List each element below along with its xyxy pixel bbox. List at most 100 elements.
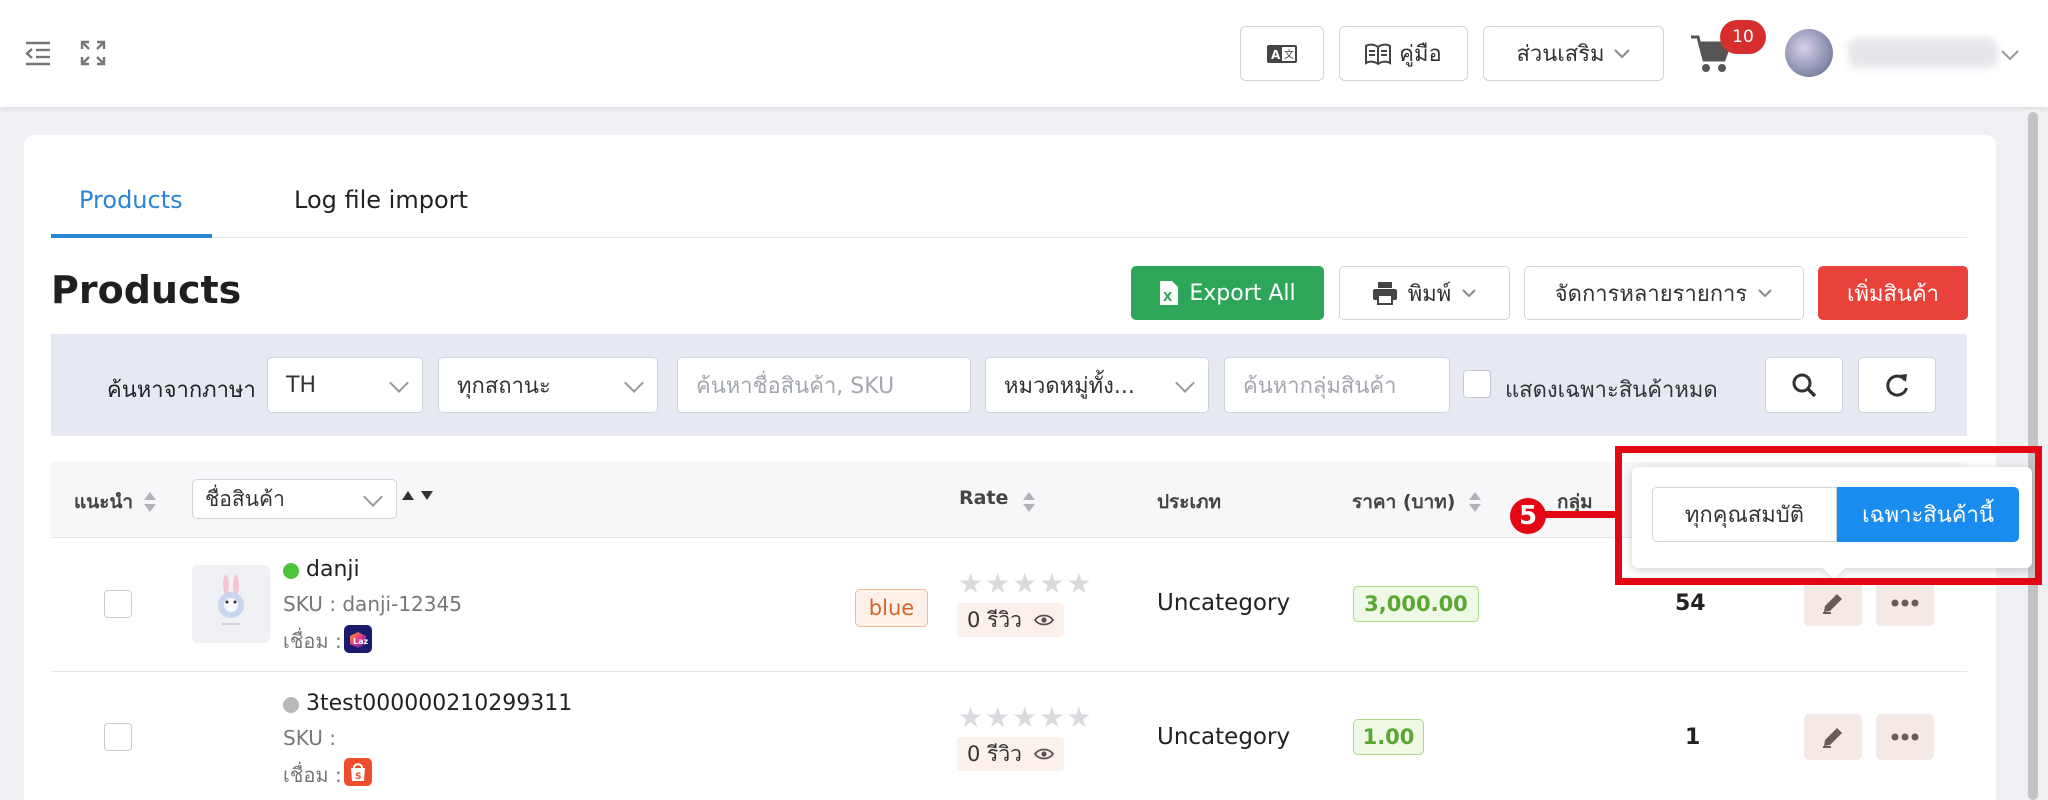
svg-text:X: X — [1163, 290, 1173, 304]
sort-recommend-icon[interactable] — [143, 490, 157, 514]
search-language-label: ค้นหาจากภาษา — [107, 378, 256, 403]
printer-icon — [1372, 282, 1397, 305]
row-select-checkbox[interactable] — [104, 723, 132, 751]
tab-log-file-import[interactable]: Log file import — [294, 186, 468, 214]
product-name[interactable]: danji — [306, 557, 360, 582]
language-value: TH — [286, 372, 316, 398]
lazada-icon[interactable]: Laz — [344, 625, 372, 653]
avatar[interactable] — [1785, 29, 1833, 77]
product-thumbnail[interactable] — [192, 565, 270, 643]
book-icon — [1365, 43, 1392, 65]
name-sku-placeholder: ค้นหาชื่อสินค้า, SKU — [696, 373, 895, 399]
rating-stars: ★★★★★ — [958, 701, 1094, 734]
product-group-search-input[interactable]: ค้นหากลุ่มสินค้า — [1224, 357, 1450, 413]
more-options-button[interactable] — [1876, 714, 1934, 760]
category-select[interactable]: หมวดหมู่ทั้ง... — [985, 357, 1209, 413]
status-dot — [283, 697, 299, 713]
svg-text:S: S — [355, 772, 361, 782]
chevron-down-icon — [624, 373, 644, 393]
product-count: 54 — [1675, 591, 1706, 616]
collapse-menu-icon[interactable] — [24, 40, 52, 70]
language-select[interactable]: TH — [267, 357, 423, 413]
sort-price-icon[interactable] — [1468, 490, 1482, 514]
product-sku: SKU : — [283, 726, 337, 750]
page-title: Products — [51, 268, 242, 312]
sort-rate-icon[interactable] — [1022, 490, 1036, 514]
linked-label: เชื่อม : — [283, 763, 342, 787]
excel-icon: X — [1160, 281, 1179, 305]
bunny-image-icon — [218, 575, 244, 625]
linked-label: เชื่อม : — [283, 629, 342, 653]
addons-label: ส่วนเสริม — [1516, 42, 1605, 67]
svg-text:Laz: Laz — [353, 637, 368, 646]
product-tag: blue — [855, 589, 928, 627]
add-product-label: เพิ่มสินค้า — [1846, 281, 1940, 307]
more-dots-icon — [1891, 599, 1919, 607]
status-dot — [283, 563, 299, 579]
name-column-select[interactable]: ชื่อสินค้า — [192, 479, 397, 519]
svg-text:A: A — [1271, 48, 1281, 62]
manual-button[interactable]: คู่มือ — [1339, 26, 1468, 81]
more-options-button[interactable] — [1876, 580, 1934, 626]
addons-dropdown[interactable]: ส่วนเสริม — [1483, 26, 1664, 81]
status-select[interactable]: ทุกสถานะ — [438, 357, 658, 413]
sort-name-icon[interactable] — [401, 488, 437, 502]
name-column-value: ชื่อสินค้า — [205, 486, 285, 511]
translate-button[interactable]: A文 — [1240, 26, 1324, 81]
print-label: พิมพ์ — [1407, 281, 1452, 307]
svg-text:文: 文 — [1284, 48, 1294, 61]
product-price: 1.00 — [1353, 719, 1424, 755]
product-count: 1 — [1685, 725, 1701, 750]
pencil-icon — [1823, 728, 1842, 748]
status-value: ทุกสถานะ — [457, 373, 551, 399]
review-badge[interactable]: 0 รีวิว — [957, 737, 1064, 771]
refresh-icon — [1886, 374, 1908, 397]
chevron-down-icon — [1613, 48, 1630, 58]
chevron-down-icon — [1175, 373, 1195, 393]
product-name[interactable]: 3test000000210299311 — [306, 691, 572, 716]
chevron-down-icon — [1462, 289, 1476, 298]
eye-icon — [1033, 614, 1054, 626]
edit-button[interactable] — [1804, 580, 1862, 626]
refresh-button[interactable] — [1858, 357, 1936, 413]
eye-icon — [1033, 748, 1054, 760]
product-group-placeholder: ค้นหากลุ่มสินค้า — [1243, 373, 1397, 399]
export-all-button[interactable]: X Export All — [1131, 266, 1324, 320]
review-count: 0 รีวิว — [967, 607, 1022, 632]
search-button[interactable] — [1765, 357, 1843, 413]
print-dropdown[interactable]: พิมพ์ — [1339, 266, 1510, 320]
add-product-button[interactable]: เพิ่มสินค้า — [1818, 266, 1968, 320]
product-sku: SKU : danji-12345 — [283, 592, 462, 616]
chevron-down-icon — [389, 373, 409, 393]
tab-bar: Products Log file import — [51, 172, 1967, 238]
name-sku-search-input[interactable]: ค้นหาชื่อสินค้า, SKU — [677, 357, 971, 413]
fullscreen-icon[interactable] — [80, 40, 106, 70]
col-type: ประเภท — [1157, 491, 1222, 513]
username-blurred[interactable] — [1848, 38, 1998, 68]
translate-icon: A文 — [1267, 44, 1297, 63]
chevron-down-icon — [363, 487, 383, 507]
step-number-badge: 5 — [1510, 498, 1546, 534]
review-badge[interactable]: 0 รีวิว — [957, 603, 1064, 637]
edit-button[interactable] — [1804, 714, 1862, 760]
active-tab-indicator — [51, 234, 212, 238]
row-select-checkbox[interactable] — [104, 590, 132, 618]
tab-products[interactable]: Products — [79, 186, 183, 214]
out-of-stock-label: แสดงเฉพาะสินค้าหมด — [1505, 378, 1718, 403]
pencil-icon — [1823, 594, 1842, 614]
product-price: 3,000.00 — [1353, 586, 1479, 622]
shopee-icon[interactable]: S — [344, 758, 372, 786]
product-category: Uncategory — [1157, 590, 1291, 616]
user-menu-chevron-icon[interactable] — [2000, 46, 2020, 65]
bulk-manage-dropdown[interactable]: จัดการหลายรายการ — [1524, 266, 1804, 320]
out-of-stock-checkbox[interactable] — [1463, 370, 1491, 398]
row-divider — [51, 671, 1967, 672]
review-count: 0 รีวิว — [967, 741, 1022, 766]
col-rate: Rate — [959, 487, 1009, 509]
step-connector — [1542, 511, 1617, 518]
export-all-label: Export All — [1189, 280, 1296, 306]
col-price: ราคา (บาท) — [1352, 491, 1456, 513]
category-value: หมวดหมู่ทั้ง... — [1004, 373, 1135, 399]
bulk-manage-label: จัดการหลายรายการ — [1554, 281, 1748, 307]
highlight-box — [1615, 446, 2042, 585]
